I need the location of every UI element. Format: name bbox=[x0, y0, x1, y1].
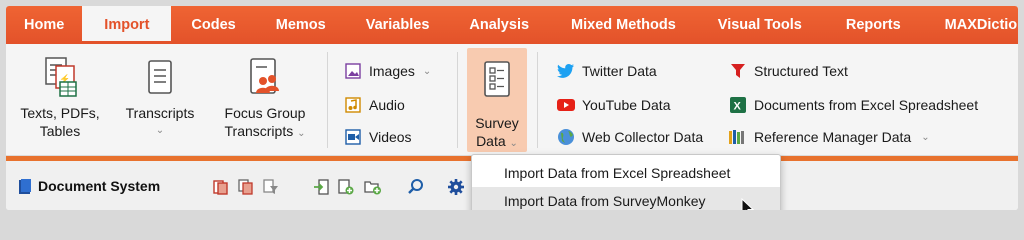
transcript-icon bbox=[144, 56, 176, 100]
menu-bar: Home Import Codes Memos Variables Analys… bbox=[6, 6, 1018, 44]
svg-text:X: X bbox=[734, 101, 742, 113]
focus-group-transcripts-button[interactable]: Focus Group Transcripts ⌄ bbox=[212, 44, 318, 152]
youtube-data-button[interactable]: YouTube Data bbox=[556, 94, 670, 116]
structured-text-button[interactable]: Structured Text bbox=[728, 60, 848, 82]
documents-from-excel-label: Documents from Excel Spreadsheet bbox=[754, 97, 979, 113]
new-document-icon[interactable] bbox=[336, 177, 356, 197]
videos-label: Videos bbox=[369, 129, 412, 145]
menu-memos[interactable]: Memos bbox=[256, 6, 346, 44]
new-document-group-icon[interactable] bbox=[363, 177, 383, 197]
import-arrow-icon[interactable] bbox=[311, 177, 331, 197]
focus-group-icon bbox=[247, 56, 283, 100]
video-camera-icon bbox=[343, 128, 363, 146]
document-system-icon bbox=[18, 179, 32, 200]
gear-icon[interactable] bbox=[446, 177, 466, 197]
activate-documents-icon[interactable] bbox=[211, 177, 231, 197]
documents-from-excel-button[interactable]: X Documents from Excel Spreadsheet bbox=[728, 94, 978, 116]
survey-form-icon bbox=[482, 60, 512, 103]
chevron-down-icon: ⌄ bbox=[509, 138, 518, 149]
excel-icon: X bbox=[728, 96, 748, 114]
reference-manager-data-label: Reference Manager Data bbox=[754, 129, 912, 145]
search-icon[interactable] bbox=[406, 177, 426, 197]
ribbon-divider bbox=[457, 52, 458, 148]
menu-mixed-methods[interactable]: Mixed Methods bbox=[549, 6, 698, 44]
survey-label-line2: Data bbox=[476, 133, 506, 149]
web-collector-data-label: Web Collector Data bbox=[582, 129, 704, 145]
funnel-icon bbox=[728, 62, 748, 80]
audio-button[interactable]: Audio bbox=[343, 94, 405, 116]
twitter-data-label: Twitter Data bbox=[582, 63, 657, 79]
documents-icon: ⚡ bbox=[40, 56, 80, 100]
transcripts-label: Transcripts bbox=[125, 105, 195, 121]
survey-data-dropdown-menu: Import Data from Excel Spreadsheet Impor… bbox=[471, 154, 781, 210]
survey-label-line1: Survey bbox=[475, 115, 519, 131]
chevron-down-icon: ⌄ bbox=[921, 131, 930, 143]
chevron-down-icon: ⌄ bbox=[297, 128, 306, 139]
music-note-icon bbox=[343, 96, 363, 114]
videos-button[interactable]: Videos bbox=[343, 126, 412, 148]
focus-group-label-line1: Focus Group bbox=[224, 105, 306, 121]
app-window: Home Import Codes Memos Variables Analys… bbox=[6, 6, 1018, 210]
document-system-title: Document System bbox=[38, 178, 161, 194]
web-collector-data-button[interactable]: Web Collector Data bbox=[556, 126, 703, 148]
import-from-surveymonkey-menu-item[interactable]: Import Data from SurveyMonkey bbox=[472, 187, 780, 210]
images-label: Images bbox=[369, 63, 415, 79]
import-ribbon: ⚡ Texts, PDFs, Tables Transcripts ⌄ Focu… bbox=[6, 44, 1018, 156]
twitter-bird-icon bbox=[556, 62, 576, 80]
youtube-data-label: YouTube Data bbox=[582, 97, 671, 113]
youtube-play-icon bbox=[556, 96, 576, 114]
audio-label: Audio bbox=[369, 97, 405, 113]
focus-group-label-line2: Transcripts bbox=[224, 123, 294, 139]
reference-manager-data-button[interactable]: Reference Manager Data ⌄ bbox=[728, 126, 930, 148]
structured-text-label: Structured Text bbox=[754, 63, 848, 79]
survey-data-button[interactable]: Survey Data ⌄ bbox=[467, 48, 527, 152]
texts-label-line2: Tables bbox=[39, 123, 81, 139]
menu-variables[interactable]: Variables bbox=[346, 6, 450, 44]
transcripts-button[interactable]: Transcripts ⌄ bbox=[118, 44, 202, 152]
menu-analysis[interactable]: Analysis bbox=[449, 6, 549, 44]
menu-import[interactable]: Import bbox=[82, 6, 172, 44]
chevron-down-icon: ⌄ bbox=[155, 125, 165, 136]
chevron-down-icon: ⌄ bbox=[422, 65, 432, 77]
globe-icon bbox=[556, 128, 576, 146]
books-icon bbox=[728, 128, 748, 146]
import-from-excel-menu-item[interactable]: Import Data from Excel Spreadsheet bbox=[472, 159, 780, 186]
ribbon-divider bbox=[537, 52, 538, 148]
ribbon-divider bbox=[327, 52, 328, 148]
menu-reports[interactable]: Reports bbox=[822, 6, 925, 44]
menu-visual-tools[interactable]: Visual Tools bbox=[698, 6, 822, 44]
menu-codes[interactable]: Codes bbox=[171, 6, 255, 44]
mouse-pointer-icon bbox=[741, 197, 755, 210]
menu-home[interactable]: Home bbox=[6, 6, 82, 44]
twitter-data-button[interactable]: Twitter Data bbox=[556, 60, 657, 82]
image-icon bbox=[343, 62, 363, 80]
texts-label-line1: Texts, PDFs, bbox=[20, 105, 100, 121]
texts-pdfs-tables-button[interactable]: ⚡ Texts, PDFs, Tables bbox=[14, 44, 106, 152]
images-button[interactable]: Images ⌄ bbox=[343, 60, 431, 82]
menu-maxdictio[interactable]: MAXDictio bbox=[925, 6, 1018, 44]
filter-documents-icon[interactable] bbox=[261, 177, 281, 197]
copy-documents-icon[interactable] bbox=[236, 177, 256, 197]
